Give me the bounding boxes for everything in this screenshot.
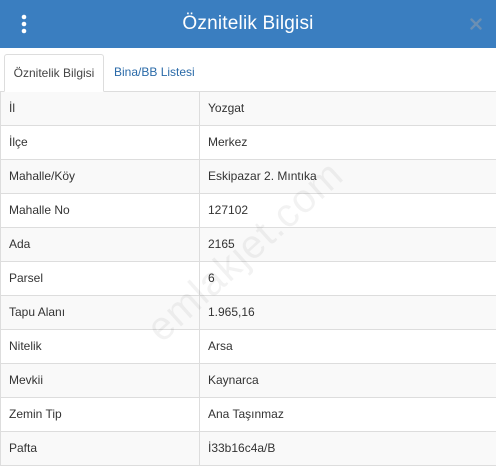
attribute-key: İlçe: [1, 126, 200, 159]
table-row: İlçe Merkez: [1, 126, 496, 160]
table-row: İl Yozgat: [1, 92, 496, 126]
attribute-key: Parsel: [1, 262, 200, 295]
table-row: Mahalle No 127102: [1, 194, 496, 228]
attribute-value: Eskipazar 2. Mıntıka: [208, 169, 317, 183]
table-row: Tapu Alanı 1.965,16: [1, 296, 496, 330]
attribute-value: Merkez: [208, 135, 248, 149]
panel-header: Öznitelik Bilgisi: [0, 0, 496, 48]
attribute-key: Mahalle/Köy: [1, 160, 200, 193]
table-row: Zemin Tip Ana Taşınmaz: [1, 398, 496, 432]
attribute-key: Mevkii: [1, 364, 200, 397]
table-row: Parsel 6: [1, 262, 496, 296]
table-row: Mevkii Kaynarca: [1, 364, 496, 398]
attribute-key: Mahalle No: [1, 194, 200, 227]
attribute-key: Pafta: [1, 432, 200, 465]
attribute-value: 127102: [208, 203, 249, 217]
attribute-value: 6: [208, 271, 215, 285]
attribute-value: Yozgat: [208, 101, 245, 115]
tab-bar: Öznitelik Bilgisi Bina/BB Listesi: [0, 48, 496, 92]
attribute-value: İ33b16c4a/B: [208, 441, 276, 455]
table-row: Pafta İ33b16c4a/B: [1, 432, 496, 466]
attribute-key: İl: [1, 92, 200, 125]
tab-bina-bb-listesi[interactable]: Bina/BB Listesi: [108, 54, 201, 92]
close-icon[interactable]: [466, 13, 486, 35]
panel-title: Öznitelik Bilgisi: [182, 13, 314, 34]
attribute-key: Zemin Tip: [1, 398, 200, 431]
attribute-key: Ada: [1, 228, 200, 261]
attribute-key: Nitelik: [1, 330, 200, 363]
tab-oznitelik-bilgisi[interactable]: Öznitelik Bilgisi: [4, 54, 104, 92]
attribute-value: 2165: [208, 237, 235, 251]
attribute-table: İl Yozgat İlçe Merkez Mahalle/Köy Eskipa…: [0, 92, 496, 466]
attribute-value: 1.965,16: [208, 305, 255, 319]
vertical-dots-icon[interactable]: [14, 12, 34, 36]
table-row: Ada 2165: [1, 228, 496, 262]
attribute-value: Ana Taşınmaz: [208, 407, 284, 421]
attribute-value: Kaynarca: [208, 373, 259, 387]
table-row: Nitelik Arsa: [1, 330, 496, 364]
attribute-value: Arsa: [208, 339, 233, 353]
table-row: Mahalle/Köy Eskipazar 2. Mıntıka: [1, 160, 496, 194]
attribute-key: Tapu Alanı: [1, 296, 200, 329]
